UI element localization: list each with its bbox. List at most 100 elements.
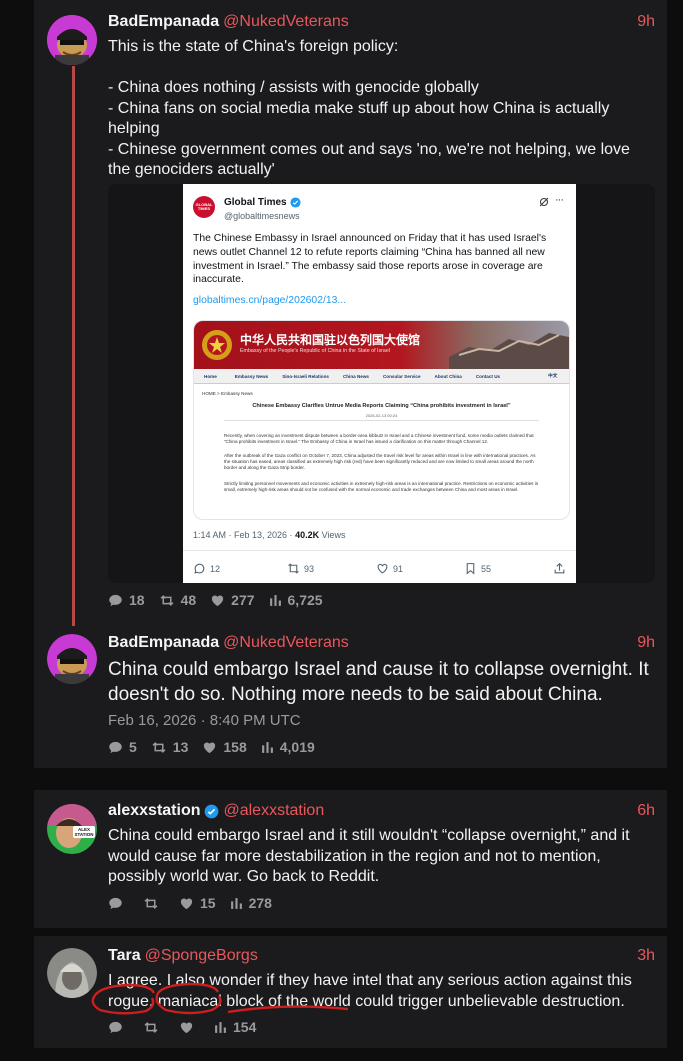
post-time[interactable]: 9h xyxy=(637,634,655,652)
heart-icon xyxy=(204,742,216,753)
badempanada-avatar-icon xyxy=(47,15,97,65)
national-emblem-icon xyxy=(202,330,232,360)
author-name[interactable]: Tara xyxy=(108,947,141,964)
post-header: Tara @SpongeBorgs xyxy=(108,947,258,965)
embedded-tweet-screenshot: GLOBAL TIMES Global Times @globaltimesne… xyxy=(183,184,576,583)
svg-text:STATION: STATION xyxy=(74,832,93,837)
avatar[interactable] xyxy=(47,948,97,998)
embassy-paragraph: Recently, when covering an investment di… xyxy=(224,433,534,444)
views-count[interactable]: 4,019 xyxy=(261,739,315,755)
like-count[interactable] xyxy=(179,1020,200,1035)
post-text: China could embargo Israel and cause it … xyxy=(108,659,649,705)
comment-icon xyxy=(109,897,122,909)
author-handle[interactable]: @NukedVeterans xyxy=(223,634,349,651)
views-count[interactable]: 278 xyxy=(230,895,272,911)
embassy-nav: Home Embassy News Sino-Israeli Relations… xyxy=(194,369,569,384)
post-line: This is the state of China's foreign pol… xyxy=(108,38,399,55)
embed-account-name: Global Times xyxy=(224,197,287,208)
avatar[interactable] xyxy=(47,15,97,65)
grok-icon xyxy=(539,197,549,207)
embed-text: The Chinese Embassy in Israel announced … xyxy=(193,233,547,286)
like-count[interactable]: 15 xyxy=(179,895,216,911)
author-handle[interactable]: @NukedVeterans xyxy=(223,13,349,30)
reply-count[interactable]: 5 xyxy=(108,739,137,755)
views-count[interactable]: 154 xyxy=(214,1019,256,1035)
annotated-word-rogue: rogue xyxy=(108,992,149,1010)
embassy-date: 2026-02-13 00:24 xyxy=(365,413,398,418)
retweet-icon xyxy=(144,1021,158,1033)
reply-count[interactable] xyxy=(108,896,129,911)
retweet-icon xyxy=(160,594,174,606)
bar-chart-icon xyxy=(269,594,281,606)
global-times-logo: GLOBAL TIMES xyxy=(193,196,215,218)
like-count[interactable]: 277 xyxy=(210,592,255,608)
like-count[interactable]: 158 xyxy=(202,739,247,755)
bar-chart-icon xyxy=(261,741,273,753)
post-time[interactable]: 9h xyxy=(637,13,655,31)
comment-icon xyxy=(109,1021,122,1033)
avatar[interactable]: ALEX STATION xyxy=(47,804,97,854)
post-line: - China does nothing / assists with geno… xyxy=(108,79,479,96)
repost-count[interactable] xyxy=(143,1020,165,1035)
author-handle[interactable]: @alexxstation xyxy=(223,802,324,820)
embassy-banner: 中华人民共和国驻以色列国大使馆 Embassy of the People's … xyxy=(194,321,569,369)
post-stats: 18 48 277 6,725 xyxy=(108,592,337,608)
media-attachment[interactable]: GLOBAL TIMES Global Times @globaltimesne… xyxy=(108,184,655,583)
author-name[interactable]: alexxstation xyxy=(108,802,200,820)
post-time[interactable]: 6h xyxy=(637,802,655,820)
alexxstation-avatar-icon: ALEX STATION xyxy=(47,804,97,854)
embed-link: globaltimes.cn/page/202602/13... xyxy=(193,295,347,306)
reply-count[interactable] xyxy=(108,1020,129,1035)
post-stats: 154 xyxy=(108,1019,270,1035)
embassy-breadcrumb: HOME > Embassy News xyxy=(202,391,253,396)
embed-timestamp: 1:14 AM · Feb 13, 2026 · 40.2K Views xyxy=(193,530,346,540)
bar-chart-icon xyxy=(215,1021,226,1033)
thread-connector-line xyxy=(72,66,75,626)
author-name[interactable]: BadEmpanada xyxy=(108,634,219,651)
reply-count[interactable]: 18 xyxy=(108,592,145,608)
reply-icon xyxy=(194,563,205,574)
views-count[interactable]: 6,725 xyxy=(269,592,323,608)
verified-badge-icon xyxy=(290,197,301,208)
embed-account-handle: @globaltimesnews xyxy=(224,211,300,221)
retweet-icon xyxy=(144,897,158,909)
great-wall-image xyxy=(449,333,569,369)
post-time[interactable]: 3h xyxy=(637,947,655,965)
post-stats: 15 278 xyxy=(108,895,286,911)
tara-avatar-icon xyxy=(47,948,97,998)
verified-badge-icon xyxy=(205,804,219,818)
post-header: BadEmpanada @NukedVeterans xyxy=(108,634,349,652)
avatar[interactable] xyxy=(47,634,97,684)
comment-icon xyxy=(109,741,122,753)
annotated-word-maniacal: maniacal xyxy=(157,992,222,1010)
post-text: China could embargo Israel and it still … xyxy=(108,827,630,885)
embassy-paragraph: After the outbreak of the Gaza conflict … xyxy=(224,453,536,470)
post-stats: 5 13 158 4,019 xyxy=(108,739,329,755)
share-icon xyxy=(554,562,565,574)
post-datetime[interactable]: Feb 16, 2026 · 8:40 PM UTC xyxy=(108,712,301,729)
repost-icon xyxy=(288,563,299,574)
post-text: I agree. I also wonder if they have inte… xyxy=(108,972,632,1010)
annotated-phrase-block-of-the-world: block of the world xyxy=(226,992,351,1010)
more-options-icon: ··· xyxy=(555,194,564,206)
bar-chart-icon xyxy=(230,897,242,909)
heart-icon xyxy=(212,595,224,606)
post-line: - China fans on social media make stuff … xyxy=(108,99,610,138)
post-header: BadEmpanada @NukedVeterans xyxy=(108,13,349,31)
heart-icon xyxy=(180,1022,193,1033)
repost-count[interactable] xyxy=(143,896,165,911)
author-name[interactable]: BadEmpanada xyxy=(108,13,219,30)
repost-count[interactable]: 48 xyxy=(159,592,196,608)
post-header: alexxstation @alexxstation xyxy=(108,802,324,820)
repost-count[interactable]: 13 xyxy=(151,739,188,755)
embassy-title-cn: 中华人民共和国驻以色列国大使馆 xyxy=(240,333,421,347)
bookmark-icon xyxy=(466,563,475,575)
post-line: - Chinese government comes out and says … xyxy=(108,140,630,179)
post-text: This is the state of China's foreign pol… xyxy=(108,37,653,181)
heart-icon xyxy=(180,898,193,909)
embassy-title-en: Embassy of the People's Republic of Chin… xyxy=(240,348,390,354)
badempanada-avatar-icon xyxy=(47,634,97,684)
author-handle[interactable]: @SpongeBorgs xyxy=(145,947,258,964)
embassy-headline: Chinese Embassy Clarifies Untrue Media R… xyxy=(252,403,511,409)
embassy-paragraph: Strictly limiting personnel movements an… xyxy=(224,481,539,492)
